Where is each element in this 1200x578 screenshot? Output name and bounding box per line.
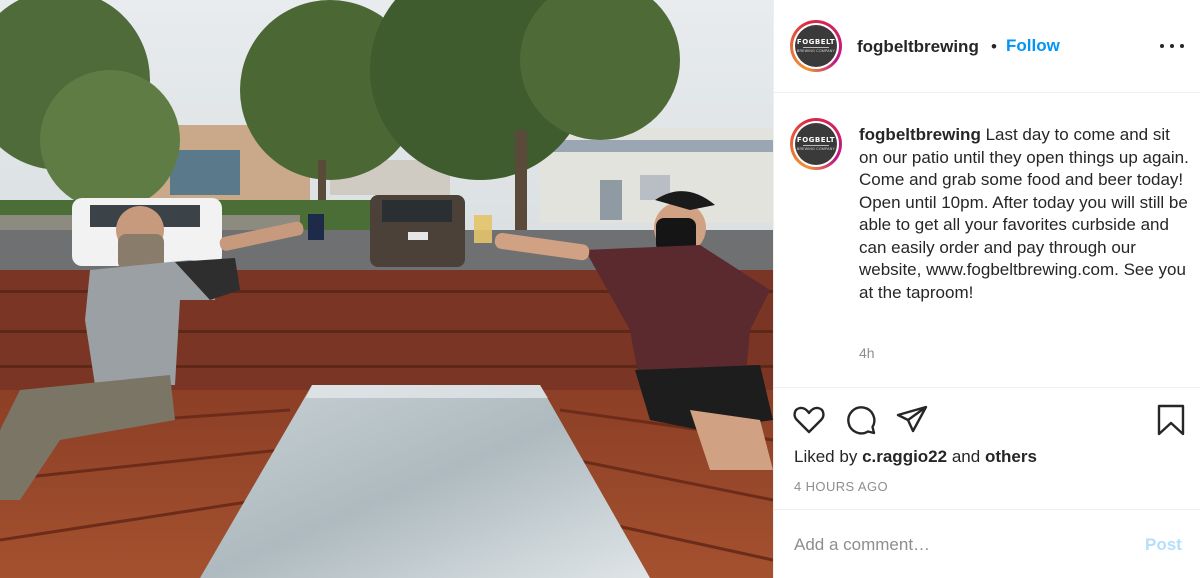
heart-icon[interactable] (792, 403, 826, 437)
bookmark-icon[interactable] (1154, 403, 1188, 437)
post-caption: FOGBELT BREWING COMPANY fogbeltbrewing L… (774, 94, 1200, 388)
post-timestamp: 4 HOURS AGO (794, 479, 888, 494)
likes-summary: Liked by c.raggio22 and others (794, 447, 1037, 466)
post-comment-button[interactable]: Post (1145, 535, 1182, 555)
username-link[interactable]: fogbeltbrewing (857, 37, 979, 57)
caption-username-link[interactable]: fogbeltbrewing (859, 125, 981, 144)
fogbelt-logo-icon: FOGBELT BREWING COMPANY (795, 25, 837, 67)
caption-text: fogbeltbrewing Last day to come and sit … (859, 124, 1189, 304)
comment-input[interactable] (794, 532, 1124, 558)
more-options-icon[interactable] (1160, 36, 1184, 56)
caption-avatar[interactable]: FOGBELT BREWING COMPANY (790, 118, 842, 170)
post-sidebar: FOGBELT BREWING COMPANY fogbeltbrewing •… (773, 0, 1200, 578)
caption-timestamp: 4h (859, 345, 875, 361)
post-header: FOGBELT BREWING COMPANY fogbeltbrewing •… (774, 0, 1200, 93)
comment-bar: Post (774, 509, 1200, 578)
separator-dot: • (991, 37, 997, 56)
liker-username-link[interactable]: c.raggio22 (862, 447, 947, 466)
others-link[interactable]: others (985, 447, 1037, 466)
action-bar (774, 395, 1200, 443)
caption-body: Last day to come and sit on our patio un… (859, 125, 1189, 302)
post-photo[interactable] (0, 0, 773, 578)
follow-button[interactable]: Follow (1006, 36, 1060, 56)
patio-photo-image (0, 0, 773, 578)
share-icon[interactable] (895, 403, 929, 437)
comment-icon[interactable] (844, 403, 878, 437)
fogbelt-logo-icon: FOGBELT BREWING COMPANY (795, 123, 837, 165)
avatar[interactable]: FOGBELT BREWING COMPANY (790, 20, 842, 72)
